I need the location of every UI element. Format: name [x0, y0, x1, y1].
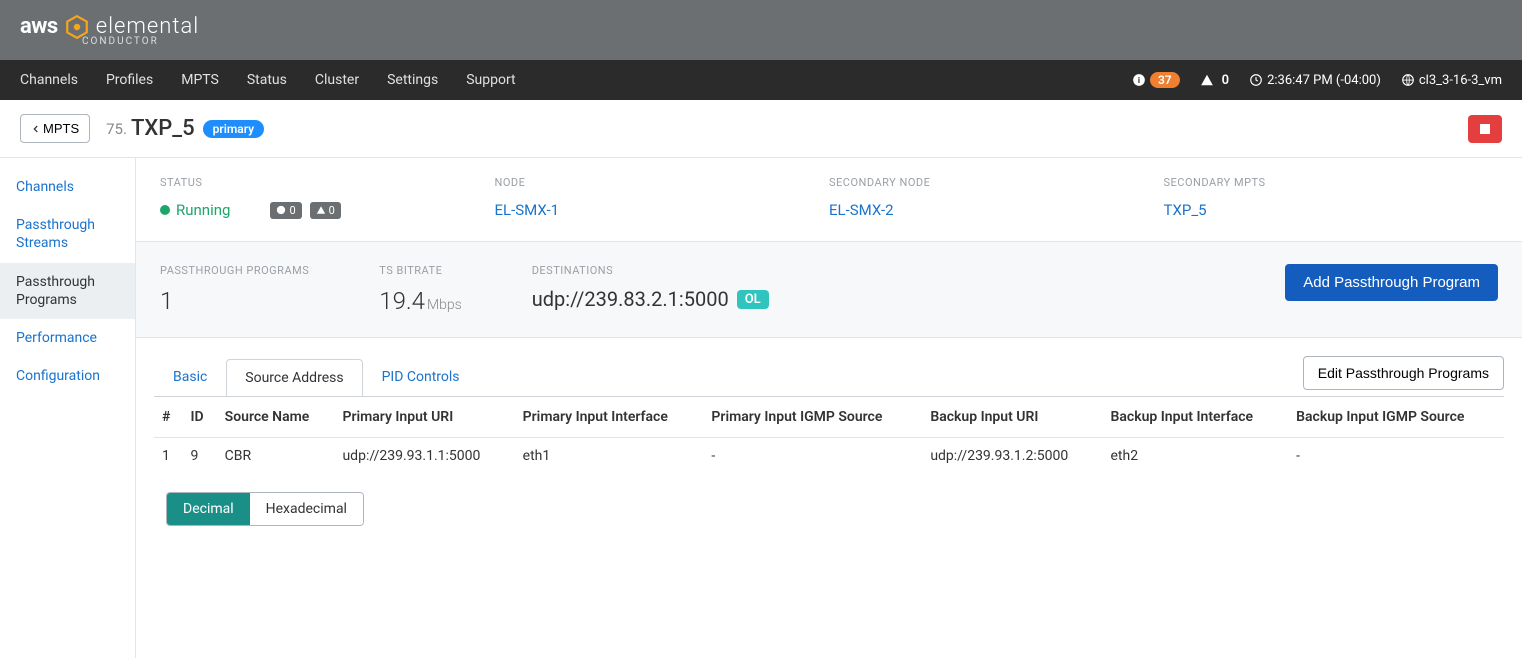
toggle-hexadecimal[interactable]: Hexadecimal	[250, 493, 363, 525]
title-index: 75.	[106, 120, 127, 138]
format-toggle: Decimal Hexadecimal	[166, 492, 364, 526]
sidebar-item-performance[interactable]: Performance	[0, 319, 135, 357]
status-label: STATUS	[160, 176, 495, 189]
title-name: TXP_5	[131, 116, 195, 141]
primary-tag: primary	[203, 120, 264, 138]
tab-pid-controls[interactable]: PID Controls	[363, 358, 479, 395]
content: STATUS Running 0 0	[136, 158, 1522, 658]
back-button[interactable]: MPTS	[20, 114, 90, 143]
status-dot-icon	[160, 205, 170, 215]
stop-button[interactable]	[1468, 115, 1502, 143]
nav-mpts[interactable]: MPTS	[181, 72, 219, 88]
secondary-node-label: SECONDARY NODE	[829, 176, 1164, 189]
col-backup-uri: Backup Input URI	[922, 397, 1102, 438]
add-passthrough-program-button[interactable]: Add Passthrough Program	[1285, 264, 1498, 301]
node-link[interactable]: EL-SMX-1	[495, 201, 830, 219]
col-primary-uri: Primary Input URI	[334, 397, 514, 438]
warning-icon	[1200, 73, 1214, 87]
warning-icon	[316, 205, 326, 215]
nav-settings[interactable]: Settings	[387, 72, 438, 88]
bitrate-label: TS BITRATE	[379, 264, 461, 277]
sidebar-item-channels[interactable]: Channels	[0, 168, 135, 206]
nav-host[interactable]: cl3_3-16-3_vm	[1401, 73, 1502, 88]
secondary-mpts-link[interactable]: TXP_5	[1164, 201, 1499, 219]
bitrate-value: 19.4Mbps	[379, 287, 461, 315]
nav-channels[interactable]: Channels	[20, 72, 78, 88]
brand-subtitle: CONDUCTOR	[82, 36, 199, 47]
nav-warn-badge[interactable]: 0	[1200, 73, 1229, 88]
col-source-name: Source Name	[217, 397, 335, 438]
info-icon: i	[1132, 73, 1146, 87]
col-primary-igmp: Primary Input IGMP Source	[703, 397, 922, 438]
tab-basic[interactable]: Basic	[154, 358, 226, 395]
status-info-badge[interactable]: 0	[270, 202, 301, 219]
tab-source-address[interactable]: Source Address	[226, 359, 362, 396]
col-id: ID	[183, 397, 217, 438]
nav-info-badge[interactable]: i 37	[1132, 72, 1180, 88]
table-row[interactable]: 1 9 CBR udp://239.93.1.1:5000 eth1 - udp…	[154, 438, 1504, 475]
nav-status[interactable]: Status	[247, 72, 287, 88]
col-backup-igmp: Backup Input IGMP Source	[1288, 397, 1504, 438]
nav-clock: 2:36:47 PM (-04:00)	[1249, 73, 1381, 88]
nav-support[interactable]: Support	[466, 72, 515, 88]
svg-text:i: i	[1138, 75, 1140, 85]
globe-icon	[1401, 73, 1415, 87]
col-backup-interface: Backup Input Interface	[1103, 397, 1289, 438]
dest-ol-tag: OL	[737, 290, 769, 309]
nav-time: 2:36:47 PM (-04:00)	[1267, 73, 1381, 88]
titlebar: MPTS 75. TXP_5 primary	[0, 100, 1522, 158]
programs-label: PASSTHROUGH PROGRAMS	[160, 264, 309, 277]
sidebar-item-passthrough-programs[interactable]: Passthrough Programs	[0, 263, 135, 319]
dest-value: udp://239.83.2.1:5000 OL	[532, 287, 769, 311]
brand-header: aws elemental CONDUCTOR	[0, 0, 1522, 60]
stop-icon	[1480, 124, 1490, 134]
programs-value: 1	[160, 287, 309, 315]
chevron-left-icon	[31, 124, 41, 134]
col-num: #	[154, 397, 183, 438]
clock-icon	[1249, 73, 1263, 87]
tabs-wrap: Basic Source Address PID Controls Edit P…	[136, 338, 1522, 550]
sidebar: Channels Passthrough Streams Passthrough…	[0, 158, 136, 658]
tabbar: Basic Source Address PID Controls Edit P…	[154, 356, 1504, 397]
toggle-decimal[interactable]: Decimal	[167, 493, 250, 525]
status-row: STATUS Running 0 0	[136, 158, 1522, 241]
programs-table: # ID Source Name Primary Input URI Prima…	[154, 397, 1504, 474]
info-icon	[276, 205, 286, 215]
nav-items: Channels Profiles MPTS Status Cluster Se…	[20, 72, 516, 88]
node-label: NODE	[495, 176, 830, 189]
nav-cluster[interactable]: Cluster	[315, 72, 359, 88]
brand-aws-text: aws	[20, 14, 58, 39]
status-warn-badge[interactable]: 0	[310, 202, 341, 219]
sidebar-item-passthrough-streams[interactable]: Passthrough Streams	[0, 206, 135, 262]
secondary-node-link[interactable]: EL-SMX-2	[829, 201, 1164, 219]
edit-passthrough-programs-button[interactable]: Edit Passthrough Programs	[1303, 356, 1504, 390]
secondary-mpts-label: SECONDARY MPTS	[1164, 176, 1499, 189]
summary-row: PASSTHROUGH PROGRAMS 1 TS BITRATE 19.4Mb…	[136, 241, 1522, 338]
navbar: Channels Profiles MPTS Status Cluster Se…	[0, 60, 1522, 100]
nav-profiles[interactable]: Profiles	[106, 72, 153, 88]
sidebar-item-configuration[interactable]: Configuration	[0, 357, 135, 395]
dest-label: DESTINATIONS	[532, 264, 769, 277]
col-primary-interface: Primary Input Interface	[515, 397, 704, 438]
nav-host-name: cl3_3-16-3_vm	[1419, 73, 1502, 88]
status-running: Running	[160, 201, 230, 219]
